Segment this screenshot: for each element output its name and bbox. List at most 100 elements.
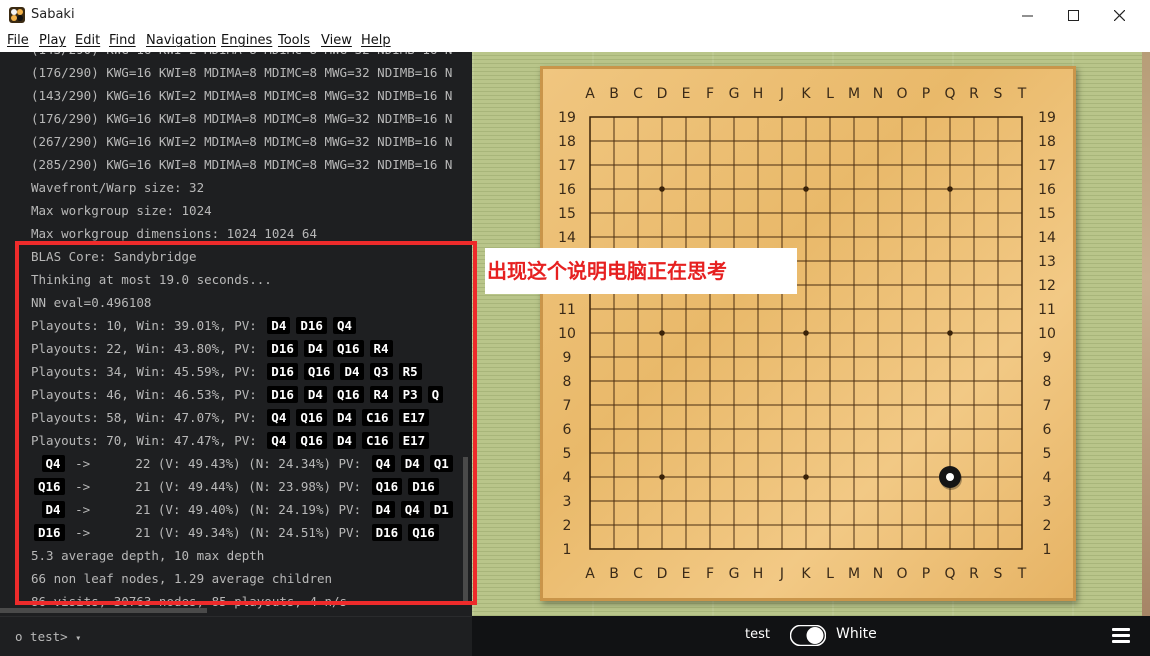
chevron-down-icon[interactable]: ▾: [75, 633, 81, 644]
hamburger-menu-icon[interactable]: [1112, 628, 1130, 644]
column-label: A: [585, 86, 595, 102]
star-point: [803, 330, 809, 336]
black-player-name[interactable]: test: [745, 627, 770, 642]
column-label: E: [682, 86, 691, 102]
star-point: [947, 330, 953, 336]
console-text: (176/290) KWG=16 KWI=8 MDIMA=8 MDIMC=8 M…: [31, 111, 453, 126]
console-text: (176/290) KWG=16 KWI=8 MDIMA=8 MDIMC=8 M…: [31, 65, 453, 80]
column-label: D: [657, 566, 668, 582]
maximize-button[interactable]: [1050, 0, 1096, 31]
console-line: (267/290) KWG=16 KWI=2 MDIMA=8 MDIMC=8 M…: [0, 130, 466, 153]
column-label: M: [848, 566, 860, 582]
row-label: 9: [563, 350, 572, 366]
white-player-name[interactable]: White: [836, 626, 877, 642]
row-label: 18: [1038, 134, 1056, 150]
row-label: 19: [558, 110, 576, 126]
console-text: (143/290) KWG=16 KWI=2 MDIMA=8 MDIMC=8 M…: [31, 52, 452, 57]
column-label: F: [706, 86, 714, 102]
row-label: 6: [1043, 422, 1052, 438]
close-button[interactable]: [1096, 0, 1142, 31]
column-label: F: [706, 566, 714, 582]
minimize-button[interactable]: [1004, 0, 1050, 31]
column-label: C: [633, 566, 643, 582]
go-board-grid[interactable]: AABBCCDDEEFFGGHHJJKKLLMMNNOOPPQQRRSSTT19…: [540, 66, 1076, 601]
sabaki-app-icon: [9, 7, 25, 23]
row-label: 8: [1043, 374, 1052, 390]
row-label: 5: [563, 446, 572, 462]
console-input-bar[interactable]: o test> ▾: [0, 616, 472, 656]
column-label: P: [922, 86, 930, 102]
go-board[interactable]: A A B B C C D D E E F F G G H H J J K K L L M M N N O O P P Q Q R R S S T T 19…: [540, 66, 1076, 601]
row-label: 15: [558, 206, 576, 222]
console-prompt[interactable]: o test> ▾: [15, 629, 81, 644]
column-label: B: [609, 86, 619, 102]
menu-file[interactable]: File: [7, 33, 29, 48]
column-label: B: [609, 566, 619, 582]
column-label: S: [994, 566, 1003, 582]
row-label: 13: [1038, 254, 1056, 270]
menu-navigation[interactable]: Navigation: [146, 33, 216, 48]
menu-find[interactable]: Find: [109, 33, 136, 48]
console-horizontal-scrollbar[interactable]: [0, 608, 207, 613]
annotation-label: 出现这个说明电脑正在思考: [485, 248, 797, 294]
star-point: [659, 474, 665, 480]
row-label: 17: [558, 158, 576, 174]
row-label: 3: [1043, 494, 1052, 510]
column-label: J: [779, 566, 784, 582]
row-label: 19: [1038, 110, 1056, 126]
row-label: 16: [558, 182, 576, 198]
row-label: 14: [558, 230, 576, 246]
row-label: 18: [558, 134, 576, 150]
star-point: [659, 330, 665, 336]
current-player-toggle-icon[interactable]: [790, 625, 826, 646]
star-point: [803, 186, 809, 192]
column-label: D: [657, 86, 668, 102]
row-label: 9: [1043, 350, 1052, 366]
row-label: 1: [563, 542, 572, 558]
column-label: G: [729, 86, 740, 102]
last-move-marker-icon: [946, 473, 954, 481]
console-text: Wavefront/Warp size: 32: [31, 180, 205, 195]
menu-tools[interactable]: Tools: [278, 33, 310, 48]
player-bar: test White: [472, 616, 1150, 656]
menu-play[interactable]: Play: [39, 33, 66, 48]
column-label: C: [633, 86, 643, 102]
console-line: (176/290) KWG=16 KWI=8 MDIMA=8 MDIMC=8 M…: [0, 61, 466, 84]
menu-edit[interactable]: Edit: [75, 33, 100, 48]
console-text: Max workgroup size: 1024: [31, 203, 212, 218]
column-label: K: [801, 566, 811, 582]
row-label: 7: [1043, 398, 1052, 414]
column-label: H: [753, 566, 764, 582]
row-label: 15: [1038, 206, 1056, 222]
column-label: Q: [944, 86, 955, 102]
console-line: Max workgroup size: 1024: [0, 199, 466, 222]
menu-engines[interactable]: Engines: [221, 33, 272, 48]
row-label: 4: [563, 470, 572, 486]
console-line: (176/290) KWG=16 KWI=8 MDIMA=8 MDIMC=8 M…: [0, 107, 466, 130]
maximize-icon: [1067, 10, 1079, 21]
column-label: R: [969, 86, 979, 102]
console-line: Wavefront/Warp size: 32: [0, 176, 466, 199]
row-label: 3: [563, 494, 572, 510]
row-label: 6: [563, 422, 572, 438]
row-label: 2: [563, 518, 572, 534]
console-line: (143/290) KWG=16 KWI=2 MDIMA=8 MDIMC=8 M…: [0, 84, 466, 107]
console-line: (143/290) KWG=16 KWI=2 MDIMA=8 MDIMC=8 M…: [0, 52, 466, 61]
column-label: O: [896, 566, 907, 582]
column-label: T: [1017, 566, 1027, 582]
console-line: (285/290) KWG=16 KWI=8 MDIMA=8 MDIMC=8 M…: [0, 153, 466, 176]
menu-help[interactable]: Help: [361, 33, 391, 48]
row-label: 2: [1043, 518, 1052, 534]
minimize-icon: [1021, 15, 1033, 17]
menu-view[interactable]: View: [321, 33, 352, 48]
menu-bar: File Play Edit Find Navigation Engines T…: [0, 31, 1150, 52]
star-point: [659, 186, 665, 192]
column-label: R: [969, 566, 979, 582]
title-bar: Sabaki: [0, 0, 1150, 31]
row-label: 1: [1043, 542, 1052, 558]
row-label: 7: [563, 398, 572, 414]
column-label: N: [873, 86, 883, 102]
row-label: 11: [558, 302, 576, 318]
column-label: J: [779, 86, 784, 102]
star-point: [947, 186, 953, 192]
